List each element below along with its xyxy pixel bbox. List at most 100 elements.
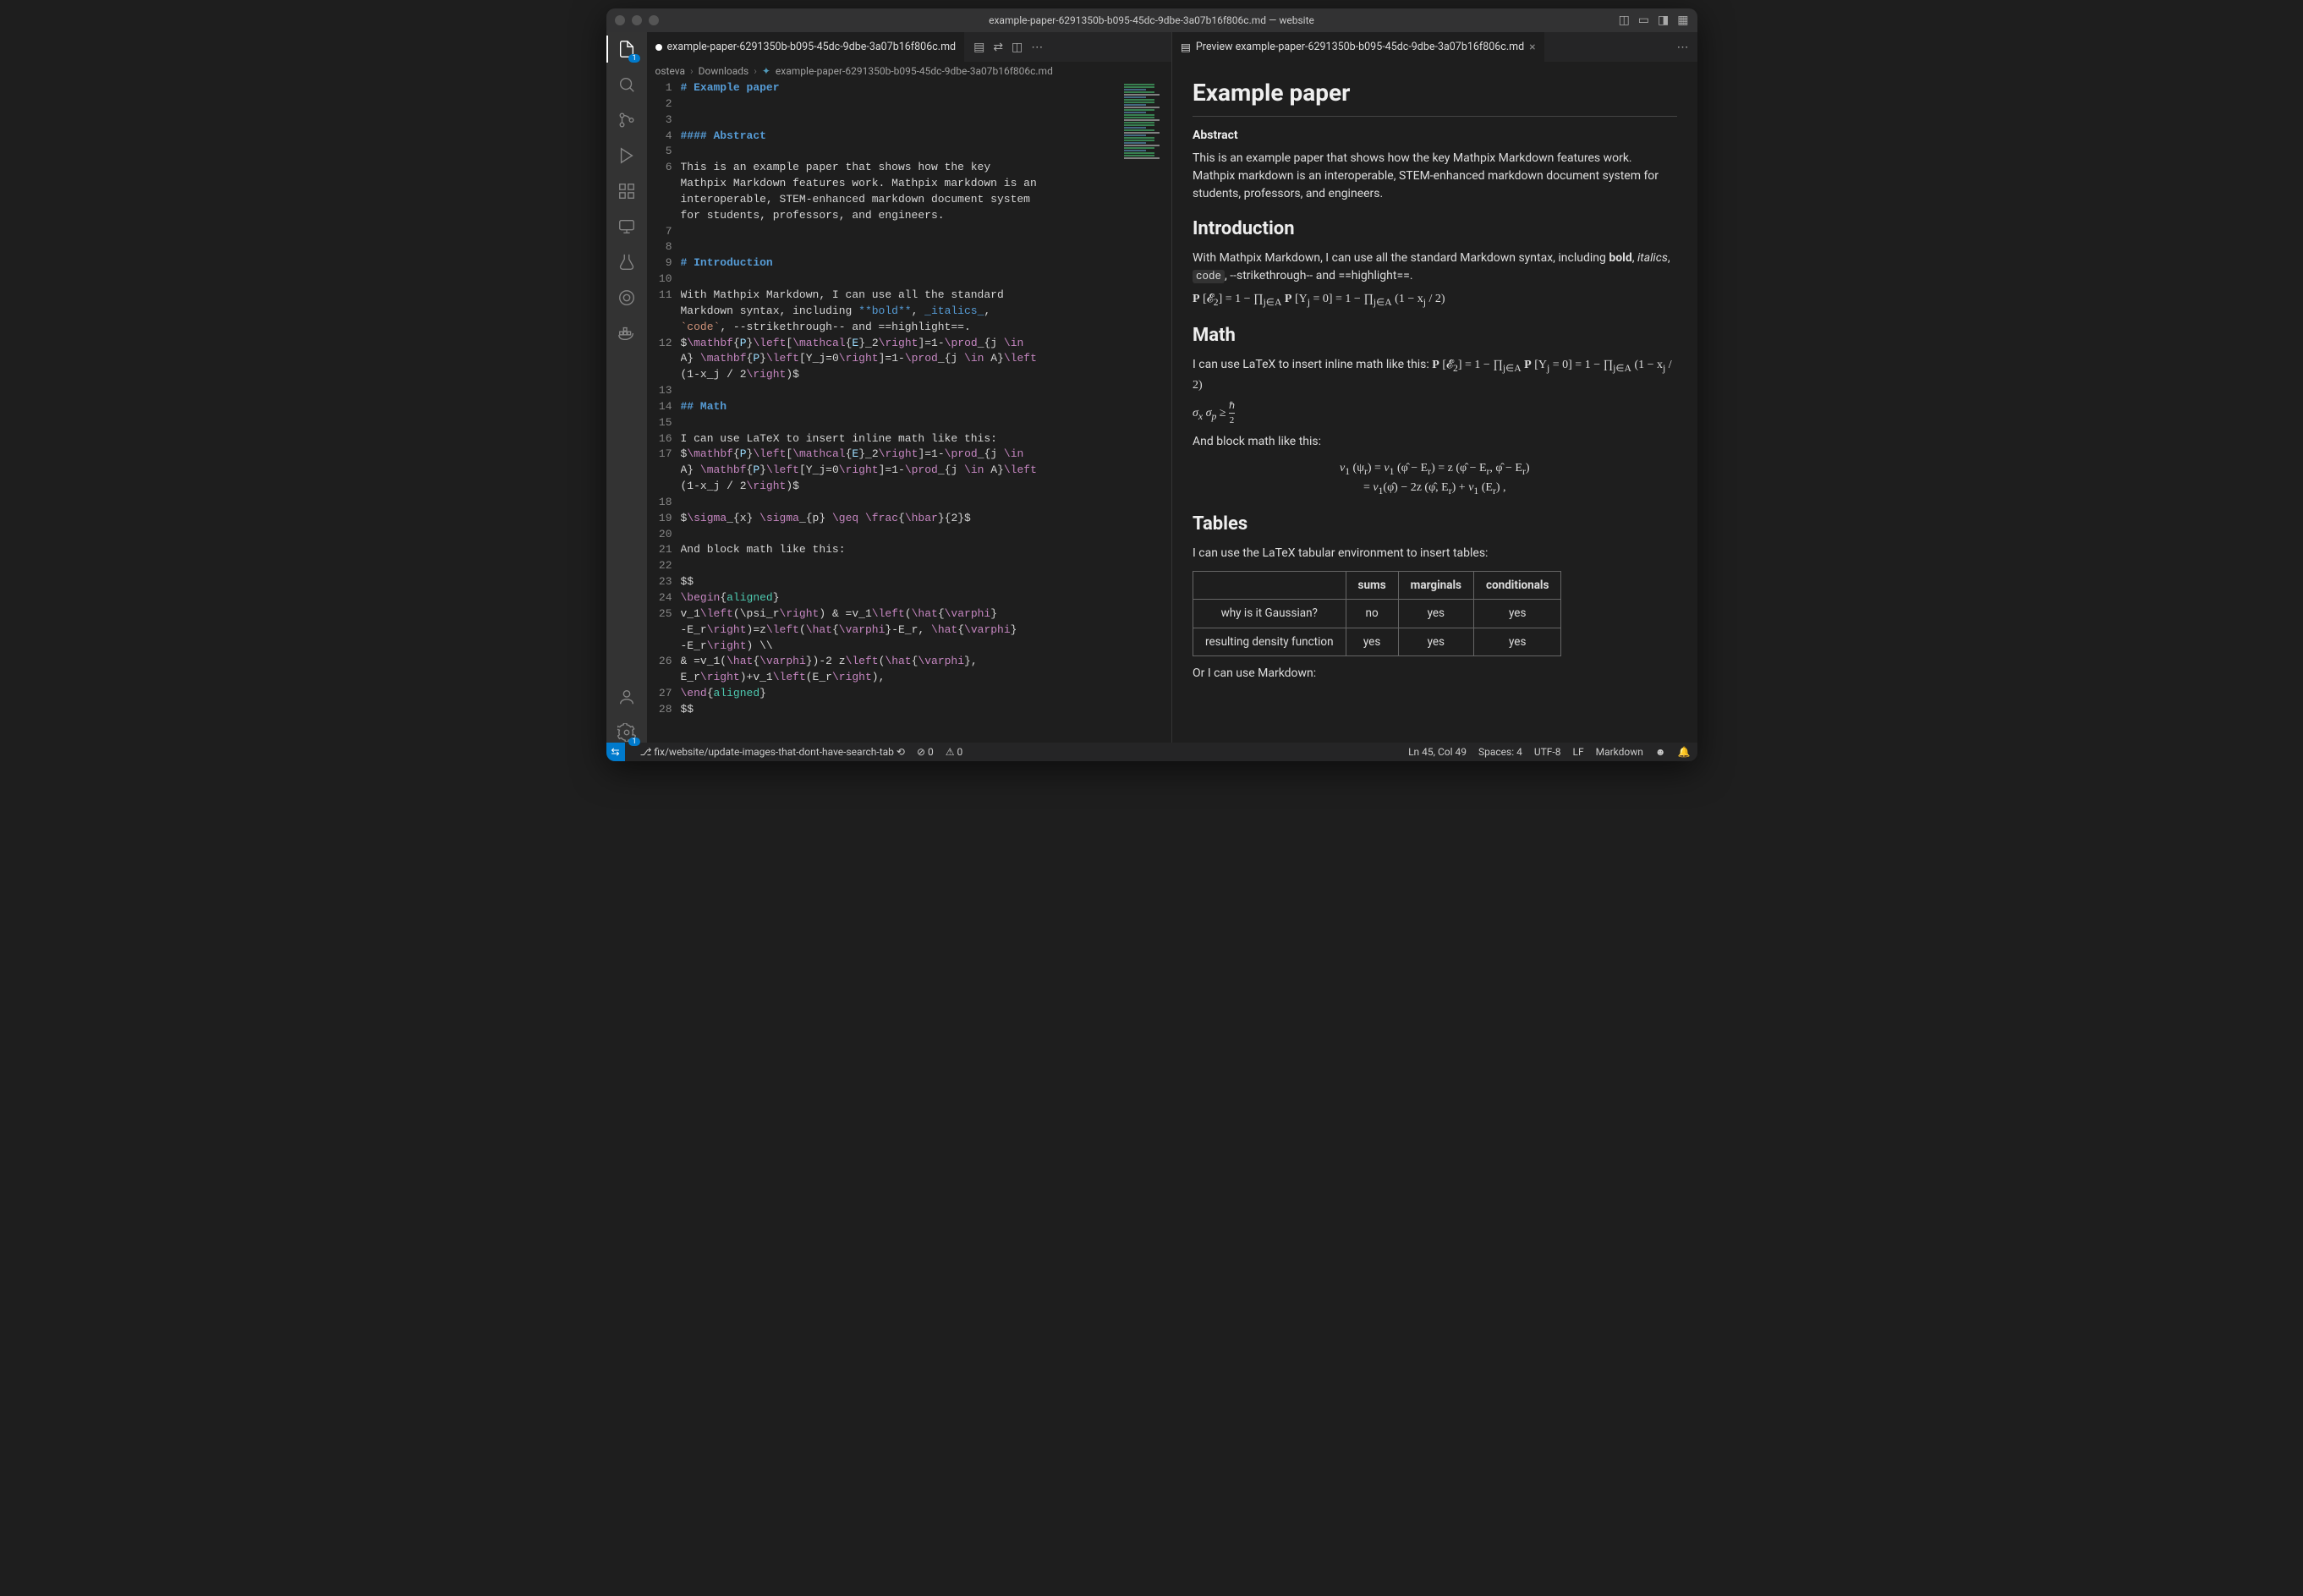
status-bar: ⇆ ⎇ fix/website/update-images-that-dont-… <box>606 743 1697 761</box>
preview-abstract-text: This is an example paper that shows how … <box>1193 150 1677 203</box>
markdown-file-icon: ✦ <box>762 65 770 77</box>
indentation[interactable]: Spaces: 4 <box>1478 746 1522 758</box>
tab-editor[interactable]: example-paper-6291350b-b095-45dc-9dbe-3a… <box>647 32 966 62</box>
preview-intro-text: With Mathpix Markdown, I can use all the… <box>1193 250 1677 285</box>
preview-inline-math-2: σx σp ≥ ℏ2 <box>1193 399 1677 428</box>
extensions-icon[interactable] <box>617 181 637 201</box>
preview-abstract-heading: Abstract <box>1193 127 1677 145</box>
italic-text: italics <box>1637 251 1668 265</box>
table-header: conditionals <box>1473 572 1560 600</box>
text: , <box>1668 251 1670 265</box>
editor-area: example-paper-6291350b-b095-45dc-9dbe-3a… <box>647 32 1697 743</box>
table-cell: yes <box>1398 600 1473 628</box>
preview-tables-outro: Or I can use Markdown: <box>1193 665 1677 683</box>
layout-customize-icon[interactable]: ▦ <box>1677 14 1688 27</box>
problems-warnings[interactable]: ⚠ 0 <box>946 746 962 758</box>
breadcrumb[interactable]: osteva › Downloads › ✦ example-paper-629… <box>647 62 1172 80</box>
remote-indicator[interactable]: ⇆ <box>606 743 625 761</box>
panel-right-icon[interactable]: ◨ <box>1658 14 1669 27</box>
code-editor[interactable]: 123456 7891011 12 1314151617 18192021222… <box>647 80 1172 743</box>
code-text: code <box>1193 270 1225 283</box>
language-mode[interactable]: Markdown <box>1596 746 1643 758</box>
diff-icon[interactable]: ⇄ <box>993 41 1003 54</box>
encoding[interactable]: UTF-8 <box>1534 746 1561 758</box>
sync-icon: ⟲ <box>897 746 905 758</box>
open-preview-icon[interactable]: ▤ <box>973 41 984 54</box>
activity-bar: 1 <box>606 32 647 743</box>
git-branch[interactable]: ⎇ fix/website/update-images-that-dont-ha… <box>640 746 905 758</box>
editor-tab-actions: ▤ ⇄ ◫ ⋯ <box>965 32 1051 62</box>
split-editor-icon[interactable]: ◫ <box>1012 41 1023 54</box>
preview-block-math: v1 (ψr) = v1 (φ̂ − Er) = z (φ̂ − Er, φ̂ … <box>1193 459 1677 499</box>
layout-controls: ◫ ▭ ◨ ▦ <box>1619 14 1689 27</box>
preview-tables-intro: I can use the LaTeX tabular environment … <box>1193 545 1677 562</box>
remote-explorer-icon[interactable] <box>617 217 637 237</box>
text: and ==highlight==. <box>1313 269 1412 282</box>
accounts-icon[interactable] <box>617 687 637 707</box>
traffic-lights <box>615 15 659 25</box>
table-header <box>1193 572 1346 600</box>
editor-tabs: example-paper-6291350b-b095-45dc-9dbe-3a… <box>647 32 1172 62</box>
modified-dot-icon <box>655 44 662 51</box>
close-icon[interactable]: × <box>1529 41 1535 54</box>
preview-inline-math: P [𝓔2] = 1 − ∏j∈A P [Yj = 0] = 1 − ∏j∈A … <box>1193 290 1677 310</box>
close-window-icon[interactable] <box>615 15 625 25</box>
testing-icon[interactable] <box>617 252 637 272</box>
preview-math-text: I can use LaTeX to insert inline math li… <box>1193 356 1677 393</box>
preview-block-math-intro: And block math like this: <box>1193 433 1677 451</box>
search-icon[interactable] <box>617 74 637 95</box>
preview-icon: ▤ <box>1181 41 1191 54</box>
preview-tabs: ▤ Preview example-paper-6291350b-b095-45… <box>1172 32 1697 62</box>
titlebar: example-paper-6291350b-b095-45dc-9dbe-3a… <box>606 8 1697 32</box>
settings-gear-icon[interactable]: 1 <box>617 722 637 743</box>
source-control-icon[interactable] <box>617 110 637 130</box>
panel-left-icon[interactable]: ◫ <box>1619 14 1630 27</box>
strike-text: --strikethrough-- <box>1230 269 1313 282</box>
explorer-icon[interactable]: 1 <box>617 39 637 59</box>
minimize-window-icon[interactable] <box>632 15 642 25</box>
chevron-right-icon: › <box>690 65 694 77</box>
table-cell: yes <box>1346 628 1398 655</box>
preview-pane: ▤ Preview example-paper-6291350b-b095-45… <box>1172 32 1697 743</box>
window-title: example-paper-6291350b-b095-45dc-9dbe-3a… <box>606 14 1697 26</box>
table-cell: why is it Gaussian? <box>1193 600 1346 628</box>
vscode-window: example-paper-6291350b-b095-45dc-9dbe-3a… <box>606 8 1697 761</box>
breadcrumb-seg: osteva <box>655 65 686 77</box>
more-actions-icon[interactable]: ⋯ <box>1031 41 1043 54</box>
eol[interactable]: LF <box>1573 746 1584 758</box>
table-cell: resulting density function <box>1193 628 1346 655</box>
zoom-window-icon[interactable] <box>649 15 659 25</box>
chevron-right-icon: › <box>754 65 757 77</box>
docker-icon[interactable] <box>617 323 637 343</box>
breadcrumb-seg: example-paper-6291350b-b095-45dc-9dbe-3a… <box>776 65 1053 77</box>
tab-preview[interactable]: ▤ Preview example-paper-6291350b-b095-45… <box>1172 32 1545 62</box>
cursor-position[interactable]: Ln 45, Col 49 <box>1408 746 1467 758</box>
run-debug-icon[interactable] <box>617 145 637 166</box>
feedback-icon[interactable]: ☻ <box>1655 746 1666 758</box>
code-content[interactable]: # Example paper #### Abstract This is an… <box>681 80 1172 743</box>
remote-icon: ⇆ <box>611 746 620 758</box>
table-cell: yes <box>1473 600 1560 628</box>
settings-badge: 1 <box>628 738 639 746</box>
preview-math-heading: Math <box>1193 321 1677 349</box>
preview-h1: Example paper <box>1193 75 1677 117</box>
table-header: sums <box>1346 572 1398 600</box>
markdown-preview[interactable]: Example paper Abstract This is an exampl… <box>1172 62 1697 743</box>
table-row: why is it Gaussian? no yes yes <box>1193 600 1561 628</box>
table-cell: yes <box>1473 628 1560 655</box>
preview-tables-heading: Tables <box>1193 510 1677 538</box>
more-actions-icon[interactable]: ⋯ <box>1677 41 1689 54</box>
table-row: sums marginals conditionals <box>1193 572 1561 600</box>
panel-bottom-icon[interactable]: ▭ <box>1638 14 1649 27</box>
notifications-icon[interactable]: 🔔 <box>1678 746 1691 758</box>
editor-pane: example-paper-6291350b-b095-45dc-9dbe-3a… <box>647 32 1173 743</box>
bold-text: bold <box>1609 251 1631 265</box>
minimap[interactable] <box>1121 80 1171 233</box>
tab-label: example-paper-6291350b-b095-45dc-9dbe-3a… <box>667 41 957 53</box>
table-cell: yes <box>1398 628 1473 655</box>
table-cell: no <box>1346 600 1398 628</box>
text: I can use LaTeX to insert inline math li… <box>1193 358 1432 371</box>
preview-tab-actions: ⋯ <box>1669 32 1697 62</box>
problems-errors[interactable]: ⊘ 0 <box>917 746 934 758</box>
lens-icon[interactable] <box>617 288 637 308</box>
